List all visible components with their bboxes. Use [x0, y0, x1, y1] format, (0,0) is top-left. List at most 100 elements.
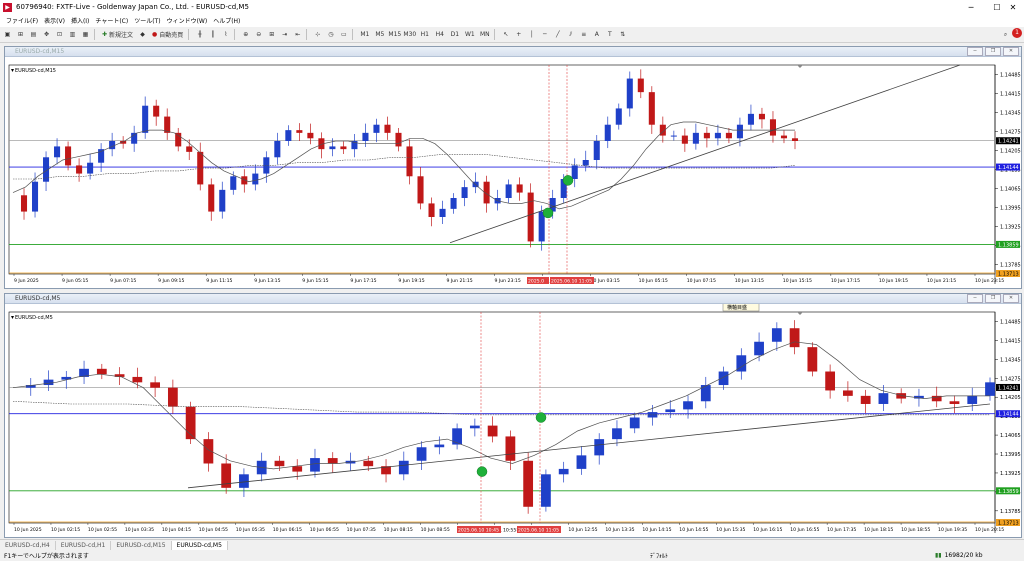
- time-axis-label: 10 Jun 04:15: [162, 527, 191, 533]
- price-axis-label: 1.14415: [1000, 338, 1021, 344]
- timeframe-m5-button[interactable]: M5: [373, 28, 386, 41]
- timeframe-h4-button[interactable]: H4: [433, 28, 446, 41]
- window-titlebar: ▶ 60796940: FXTF-Live - Goldenway Japan …: [0, 0, 1024, 14]
- candle: [150, 382, 160, 388]
- candle: [434, 444, 445, 448]
- candle: [208, 184, 215, 212]
- trendline-icon[interactable]: ╱: [552, 29, 563, 40]
- candle: [541, 474, 551, 507]
- text-tool-icon[interactable]: A: [591, 29, 602, 40]
- tester-icon[interactable]: ▦: [80, 29, 91, 40]
- candle: [461, 187, 468, 198]
- templates-icon[interactable]: ▭: [338, 29, 349, 40]
- timeframe-m1-button[interactable]: M1: [358, 28, 371, 41]
- candle: [791, 138, 799, 141]
- arrows-tool-icon[interactable]: ⇅: [617, 29, 628, 40]
- candle: [373, 124, 380, 133]
- candle: [626, 78, 633, 109]
- m15-close-button[interactable]: ✕: [1003, 47, 1019, 56]
- menu-item[interactable]: チャート(C): [95, 16, 128, 25]
- candle: [725, 132, 732, 139]
- candle: [417, 176, 424, 204]
- market-watch-icon[interactable]: ▤: [28, 29, 39, 40]
- horizontal-line-icon[interactable]: ─: [539, 29, 550, 40]
- timeframe-d1-button[interactable]: D1: [448, 28, 461, 41]
- status-profile: ﾃﾞﾌｫﾙﾄ: [650, 553, 669, 560]
- auto-scroll-icon[interactable]: ⇥: [279, 29, 290, 40]
- menu-item[interactable]: 挿入(I): [71, 16, 89, 25]
- menu-item[interactable]: ウィンドウ(W): [167, 16, 208, 25]
- candle: [329, 146, 336, 150]
- crosshair-icon[interactable]: +: [513, 29, 524, 40]
- m15-minimize-button[interactable]: ─: [967, 47, 983, 56]
- menu-item[interactable]: 表示(V): [44, 16, 65, 25]
- navigator-icon[interactable]: ✥: [41, 29, 52, 40]
- candle-chart-icon[interactable]: ┃: [207, 29, 218, 40]
- zoom-out-icon[interactable]: ⊖: [253, 29, 264, 40]
- menu-item[interactable]: ヘルプ(H): [213, 16, 240, 25]
- chart-tab[interactable]: EURUSD-cd,H1: [56, 540, 112, 550]
- candle: [416, 447, 427, 461]
- bar-chart-icon[interactable]: ╫: [194, 29, 205, 40]
- notification-badge[interactable]: 1: [1012, 28, 1022, 38]
- time-axis-label: 9 Jun 23:15: [495, 278, 521, 284]
- candle: [860, 395, 871, 404]
- m5-minimize-button[interactable]: ─: [967, 294, 983, 303]
- time-axis-label: 10 Jun 15:15: [783, 278, 812, 284]
- time-axis-label: 10 Jun 17:15: [831, 278, 860, 284]
- candle: [452, 428, 462, 445]
- candle: [754, 341, 764, 356]
- m5-close-button[interactable]: ✕: [1003, 294, 1019, 303]
- window-title: 60796940: FXTF-Live - Goldenway Japan Co…: [16, 3, 249, 11]
- auto-trade-button[interactable]: ● 自動売買: [150, 29, 185, 40]
- chart-tab[interactable]: EURUSD-cd,M5: [171, 540, 228, 550]
- profiles-icon[interactable]: ⊞: [15, 29, 26, 40]
- m5-restore-button[interactable]: ❐: [985, 294, 1001, 303]
- fibonacci-icon[interactable]: ≡: [578, 29, 589, 40]
- metaeditor-icon[interactable]: ◆: [137, 29, 148, 40]
- time-axis-label: 10 Jun 16:15: [753, 527, 782, 533]
- line-chart-icon[interactable]: ⌇: [220, 29, 231, 40]
- candle: [843, 390, 853, 396]
- time-axis-label: 10 Jun 2025: [14, 527, 42, 533]
- tile-windows-icon[interactable]: ⊞: [266, 29, 277, 40]
- chart-tab[interactable]: EURUSD-cd,M15: [111, 540, 172, 550]
- timeframe-mn-button[interactable]: MN: [478, 28, 491, 41]
- m15-restore-button[interactable]: ❐: [985, 47, 1001, 56]
- time-axis-label: 10 Jun 08:15: [384, 527, 413, 533]
- price-axis-label: 1.14345: [1000, 111, 1021, 117]
- candle: [363, 460, 374, 467]
- indicators-icon[interactable]: ⊹: [312, 29, 323, 40]
- cursor-icon[interactable]: ↖: [500, 29, 511, 40]
- new-order-button[interactable]: ✚ 新規注文: [100, 29, 135, 40]
- timeframe-m15-button[interactable]: M15: [388, 28, 401, 41]
- zoom-in-icon[interactable]: ⊕: [240, 29, 251, 40]
- time-axis-label: 10 Jun 06:15: [273, 527, 302, 533]
- equidistant-channel-icon[interactable]: ⫽: [565, 29, 576, 40]
- timeframe-m30-button[interactable]: M30: [403, 28, 416, 41]
- close-button[interactable]: ✕: [1000, 0, 1024, 14]
- menu-item[interactable]: ファイル(F): [6, 16, 38, 25]
- chart-shift-icon[interactable]: ⇤: [292, 29, 303, 40]
- vertical-line-icon[interactable]: │: [526, 29, 537, 40]
- app-logo-icon: ▶: [3, 2, 12, 12]
- price-axis-label: 1.13995: [1000, 452, 1021, 458]
- chart-m5[interactable]: 1.14485 1.14415 1.14345 1.14275 1.14205 1.141…: [5, 302, 1021, 537]
- timeframe-w1-button[interactable]: W1: [463, 28, 476, 41]
- timeframe-h1-button[interactable]: H1: [418, 28, 431, 41]
- toolbar-separator: [94, 29, 95, 40]
- data-window-icon[interactable]: ⊡: [54, 29, 65, 40]
- new-chart-icon[interactable]: ▣: [2, 29, 13, 40]
- chart-tab[interactable]: EURUSD-cd,H4: [0, 540, 56, 550]
- chart-m15[interactable]: 1.14485 1.14415 1.14345 1.14275 1.14205 1.141…: [5, 57, 1021, 288]
- minimize-button[interactable]: ─: [958, 0, 984, 14]
- candle: [807, 347, 818, 372]
- label-tool-icon[interactable]: T: [604, 29, 615, 40]
- periods-icon[interactable]: ◷: [325, 29, 336, 40]
- candle: [967, 395, 978, 404]
- time-axis-label: 9 Jun 19:15: [398, 278, 424, 284]
- menu-item[interactable]: ツール(T): [134, 16, 160, 25]
- terminal-icon[interactable]: ▥: [67, 29, 78, 40]
- candle: [186, 146, 193, 152]
- search-icon[interactable]: ⌕: [1000, 29, 1011, 40]
